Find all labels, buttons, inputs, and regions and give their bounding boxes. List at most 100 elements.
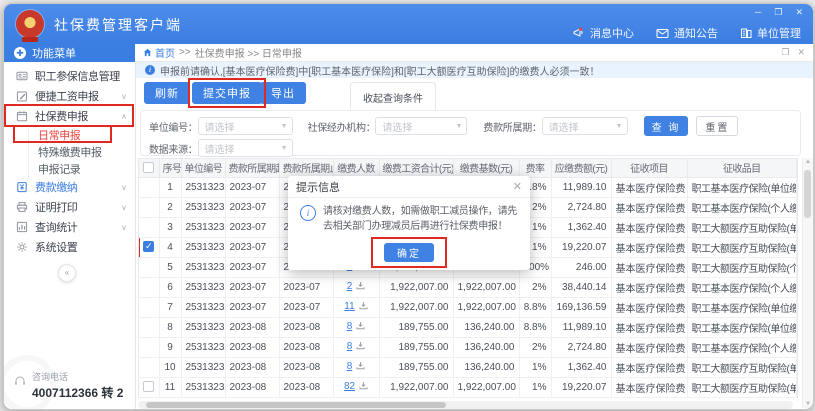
payer-count-link[interactable]: 8 [347, 361, 353, 372]
filter-panel: 单位编号： 请选择▼ 社保经办机构： 请选择▼ 费款所属期： 请选择▼ 查 询 … [140, 110, 801, 156]
scroll-up-icon[interactable]: ▲ [803, 159, 813, 165]
reset-button[interactable]: 重置 [696, 116, 738, 136]
chevron-down-icon: ∨ [121, 203, 127, 212]
horizontal-scrollbar[interactable] [138, 401, 793, 409]
table-row: 825313232023-082023-088189,755.00136,240… [139, 317, 797, 337]
organization-icon [740, 27, 752, 39]
chevron-down-icon: ▼ [616, 123, 623, 130]
search-button[interactable]: 查 询 [644, 116, 689, 136]
agency-label: 社保经办机构： [308, 119, 376, 134]
dialog-title: 提示信息 [296, 179, 340, 195]
payer-count-link[interactable]: 11 [344, 301, 354, 312]
sidebar-subitem-日常申报[interactable]: 日常申报 [4, 126, 135, 143]
edit-icon [16, 90, 28, 102]
download-icon[interactable] [356, 281, 365, 293]
column-header: 缴费工资合计(元) [379, 159, 453, 177]
sidebar-subitem-申报记录[interactable]: 申报记录 [4, 160, 135, 177]
sidebar: 职工参保信息管理 便捷工资申报 ∨ 社保费申报 ∧日常申报特殊缴费申报申报记录 … [4, 62, 136, 409]
sidebar-item-1[interactable]: 职工参保信息管理 [4, 66, 135, 86]
select-all-checkbox[interactable] [143, 162, 154, 173]
scroll-down-icon[interactable]: ▼ [803, 401, 813, 407]
table-row: 1025313232023-082023-088189,755.00136,24… [139, 357, 797, 377]
row-checkbox[interactable]: ✓ [143, 241, 154, 252]
breadcrumb-trail: 社保费申报 >> 日常申报 [195, 45, 302, 60]
export-button[interactable]: 导出 [260, 82, 306, 104]
payer-count-link[interactable]: 8 [347, 321, 353, 332]
download-icon[interactable] [359, 301, 368, 313]
envelope-icon [656, 28, 669, 39]
alert-bar: i 申报前请确认,[基本医疗保险费]中[职工基本医疗保险]和[职工大额医疗互助保… [136, 62, 813, 78]
payer-count-link[interactable]: 8 [347, 341, 353, 352]
column-header: 费款所属期起 [225, 159, 279, 177]
column-header: 应缴费额(元) [551, 159, 611, 177]
breadcrumb-home[interactable]: 首页 [143, 45, 175, 60]
sidebar-collapse-button[interactable]: « [58, 264, 76, 282]
tab-restore-icon[interactable]: ❐ [781, 47, 789, 58]
payer-count-link[interactable]: 82 [344, 381, 355, 392]
column-header: 征收项目 [611, 159, 687, 177]
vertical-scrollbar[interactable]: ▲ ▼ [802, 158, 813, 408]
home-icon [143, 48, 152, 57]
row-checkbox[interactable] [143, 381, 154, 392]
gear-icon [16, 241, 28, 253]
table-row: 925313232023-082023-088189,755.00136,240… [139, 337, 797, 357]
select-all-cell [139, 159, 159, 177]
submit-declaration-button[interactable]: 提交申报 [192, 82, 262, 104]
table-row: 725313232023-072023-07111,922,007.001,92… [139, 297, 797, 317]
chevron-down-icon: ▼ [455, 123, 462, 130]
sidebar-item-5[interactable]: 证明打印 ∨ [4, 197, 135, 217]
download-icon[interactable] [356, 361, 365, 373]
data-source-select[interactable]: 请选择▼ [198, 139, 293, 157]
collapse-query-tab[interactable]: 收起查询条件 [350, 82, 436, 111]
calendar-icon [16, 110, 28, 122]
column-header: 缴费人数 [333, 159, 379, 177]
download-icon[interactable] [356, 341, 365, 353]
titlebar-menu-item[interactable]: 消息中心 [572, 25, 634, 41]
window-controls: ─ ❐ ✕ [755, 7, 803, 17]
period-select[interactable]: 请选择▼ [542, 117, 628, 135]
column-header: 缴费基数(元) [453, 159, 519, 177]
minimize-icon[interactable]: ─ [755, 7, 761, 17]
sidebar-item-3[interactable]: 社保费申报 ∧ [4, 106, 135, 126]
download-icon[interactable] [359, 381, 368, 393]
maximize-icon[interactable]: ❐ [774, 7, 782, 17]
payer-count-link[interactable]: 2 [347, 281, 353, 292]
agency-select[interactable]: 请选择▼ [375, 117, 467, 135]
alert-text: 申报前请确认,[基本医疗保险费]中[职工基本医疗保险]和[职工大额医疗互助保险]… [160, 63, 599, 78]
screenshot-stage: 社保费管理客户端 ─ ❐ ✕ 消息中心通知公告单位管理 ✚ 功能菜单 首页 >>… [0, 0, 815, 411]
hotline: 咨询电话 4007112366 转 2 [14, 370, 123, 401]
titlebar-menu: 消息中心 通知公告 单位管理 [572, 25, 801, 41]
printer-icon [16, 201, 28, 213]
titlebar-menu-item[interactable]: 单位管理 [740, 25, 801, 41]
titlebar-menu-item[interactable]: 通知公告 [656, 25, 718, 41]
sidebar-item-6[interactable]: 查询统计 ∨ [4, 217, 135, 237]
sidebar-item-7[interactable]: 系统设置 [4, 237, 135, 257]
chevron-down-icon: ▼ [281, 145, 288, 152]
horizontal-scroll-thumb[interactable] [146, 402, 446, 408]
close-icon[interactable]: ✕ [795, 7, 803, 17]
chevron-down-icon: ∨ [121, 183, 127, 192]
dialog-close-icon[interactable]: ✕ [513, 180, 522, 193]
vertical-scroll-thumb[interactable] [804, 170, 811, 218]
prompt-dialog: 提示信息 ✕ i 请核对缴费人数，如需做职工减员操作，请先去相关部门办理减员后再… [288, 176, 530, 270]
menu-icon: ✚ [14, 47, 26, 59]
sub-bar: ✚ 功能菜单 首页 >> 社保费申报 >> 日常申报 ❐ ✕ [4, 44, 813, 62]
column-header: 征收品目 [687, 159, 797, 177]
column-header: 单位编号 [181, 159, 225, 177]
sidebar-subitem-特殊缴费申报[interactable]: 特殊缴费申报 [4, 143, 135, 160]
unit-no-label: 单位编号： [149, 119, 198, 134]
headset-icon [14, 374, 26, 392]
tab-close-icon[interactable]: ✕ [797, 47, 805, 58]
title-bar: 社保费管理客户端 ─ ❐ ✕ 消息中心通知公告单位管理 [4, 4, 813, 44]
confirm-button[interactable]: 确定 [384, 243, 434, 262]
dialog-info-icon: i [300, 205, 316, 221]
table-row: 1125313232023-082023-08821,922,007.001,9… [139, 377, 797, 397]
refresh-button[interactable]: 刷新 [144, 82, 190, 104]
unit-no-select[interactable]: 请选择▼ [198, 117, 293, 135]
table-row: 625313232023-072023-0721,922,007.001,922… [139, 277, 797, 297]
breadcrumb: 首页 >> 社保费申报 >> 日常申报 ❐ ✕ [135, 44, 813, 62]
sidebar-item-4[interactable]: 费款缴纳 ∨ [4, 177, 135, 197]
chevron-down-icon: ∨ [121, 92, 127, 101]
sidebar-item-2[interactable]: 便捷工资申报 ∨ [4, 86, 135, 106]
download-icon[interactable] [356, 321, 365, 333]
